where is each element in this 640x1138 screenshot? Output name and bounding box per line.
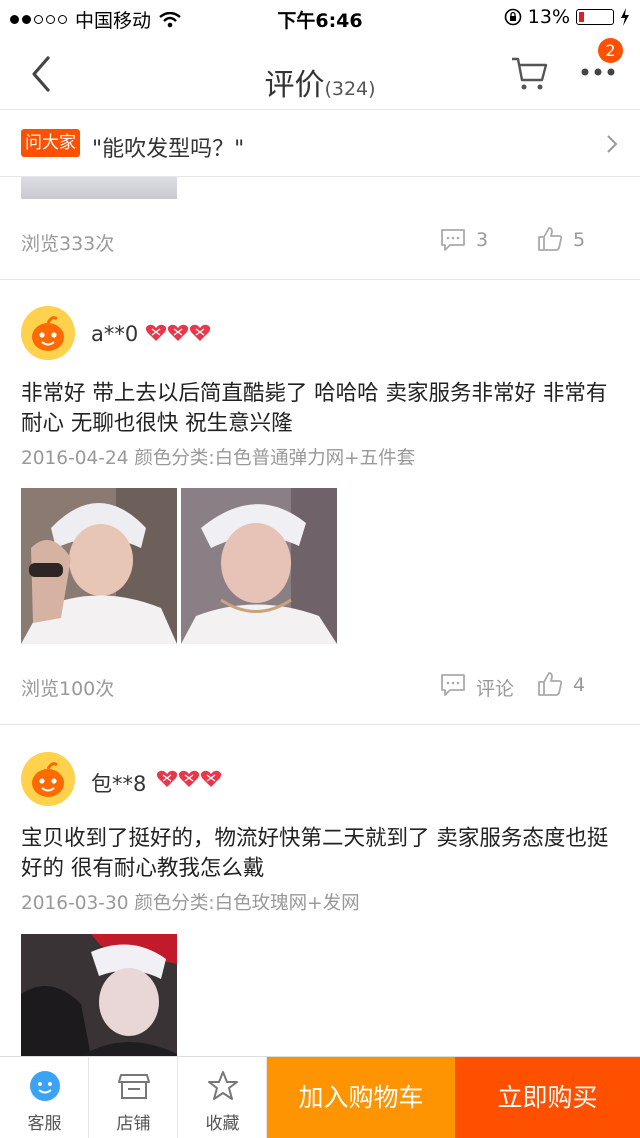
buyer-level-hearts [145, 323, 211, 343]
page-title-text: 评价 [264, 68, 325, 103]
buyer-level-hearts [156, 769, 222, 789]
avatar[interactable] [21, 306, 75, 360]
thumbs-up-icon[interactable] [537, 226, 563, 252]
heart-icon [156, 770, 178, 787]
review-sku: 颜色分类:白色普通弹力网+五件套 [134, 448, 416, 469]
divider [0, 724, 640, 725]
customer-service-icon [30, 1071, 60, 1101]
review-text: 宝贝收到了挺好的，物流好快第二天就到了 卖家服务态度也挺好的 很有耐心教我怎么戴 [21, 826, 609, 881]
customer-service-label: 客服 [27, 1114, 62, 1134]
shop-button[interactable]: 店铺 [89, 1057, 178, 1138]
more-icon[interactable] [580, 60, 616, 84]
buy-now-button[interactable]: 立即购买 [455, 1057, 640, 1138]
reviewer-name: a**0 [91, 322, 139, 346]
comment-count: 3 [476, 229, 489, 251]
charging-icon [621, 8, 629, 26]
heart-icon [178, 770, 200, 787]
status-right: 13% [504, 6, 630, 28]
review-meta: 2016-03-30 颜色分类:白色玫瑰网+发网 [21, 889, 360, 915]
nav-bar: 评价(324) 2 [0, 36, 640, 110]
cart-icon[interactable] [510, 56, 550, 92]
status-bar: 中国移动 下午6:46 13% [0, 0, 640, 36]
heart-icon [189, 324, 211, 341]
avatar[interactable] [21, 752, 75, 806]
heart-icon [200, 770, 222, 787]
battery-icon [576, 9, 614, 25]
thumbs-up-icon[interactable] [537, 671, 563, 697]
like-count: 5 [573, 229, 586, 251]
view-count: 浏览333次 [21, 233, 115, 255]
divider [0, 279, 640, 280]
add-to-cart-button[interactable]: 加入购物车 [267, 1057, 455, 1138]
comment-icon[interactable] [440, 228, 466, 252]
prev-review-stats: 浏览333次 3 5 [0, 220, 640, 260]
review-meta: 2016-04-24 颜色分类:白色普通弹力网+五件套 [21, 444, 415, 470]
star-icon [208, 1071, 238, 1100]
review-sku: 颜色分类:白色玫瑰网+发网 [134, 893, 360, 914]
review-page: 中国移动 下午6:46 13% 评价(324) 2 问大家 "能吹发型吗？" 浏… [0, 0, 640, 1138]
orientation-lock-icon [504, 8, 522, 26]
shop-icon [118, 1074, 150, 1099]
favorite-label: 收藏 [205, 1114, 240, 1134]
review-text: 非常好 带上去以后简直酷毙了 哈哈哈 卖家服务非常好 非常有耐心 无聊也很快 祝… [21, 381, 608, 436]
review-photo[interactable] [21, 488, 177, 644]
review-count: (324) [324, 78, 376, 100]
taobao-mascot-icon [21, 752, 75, 806]
favorite-button[interactable]: 收藏 [178, 1057, 267, 1138]
shop-label: 店铺 [116, 1114, 151, 1134]
ask-everyone-bar[interactable]: 问大家 "能吹发型吗？" [0, 111, 640, 177]
ask-everyone-tag: 问大家 [21, 129, 80, 157]
review-photo-partial[interactable] [21, 177, 177, 199]
heart-icon [167, 324, 189, 341]
review-date: 2016-03-30 [21, 893, 129, 914]
ask-question: "能吹发型吗？" [92, 137, 245, 162]
comment-icon[interactable] [440, 673, 466, 697]
view-count: 浏览100次 [21, 678, 115, 700]
review-photo[interactable] [21, 934, 177, 1056]
chevron-right-icon [607, 135, 618, 153]
review-photo[interactable] [181, 488, 337, 644]
taobao-mascot-icon [21, 306, 75, 360]
like-count: 4 [573, 674, 586, 696]
notification-badge: 2 [598, 38, 623, 63]
heart-icon [145, 324, 167, 341]
reviewer-name: 包**8 [91, 772, 147, 796]
review-date: 2016-04-24 [21, 448, 129, 469]
customer-service-button[interactable]: 客服 [0, 1057, 89, 1138]
review-stats: 浏览100次 评论 4 [0, 665, 640, 705]
bottom-action-bar: 客服 店铺 收藏 加入购物车 立即购买 [0, 1056, 640, 1138]
comment-label[interactable]: 评论 [476, 674, 514, 701]
battery-percent: 13% [527, 6, 570, 28]
